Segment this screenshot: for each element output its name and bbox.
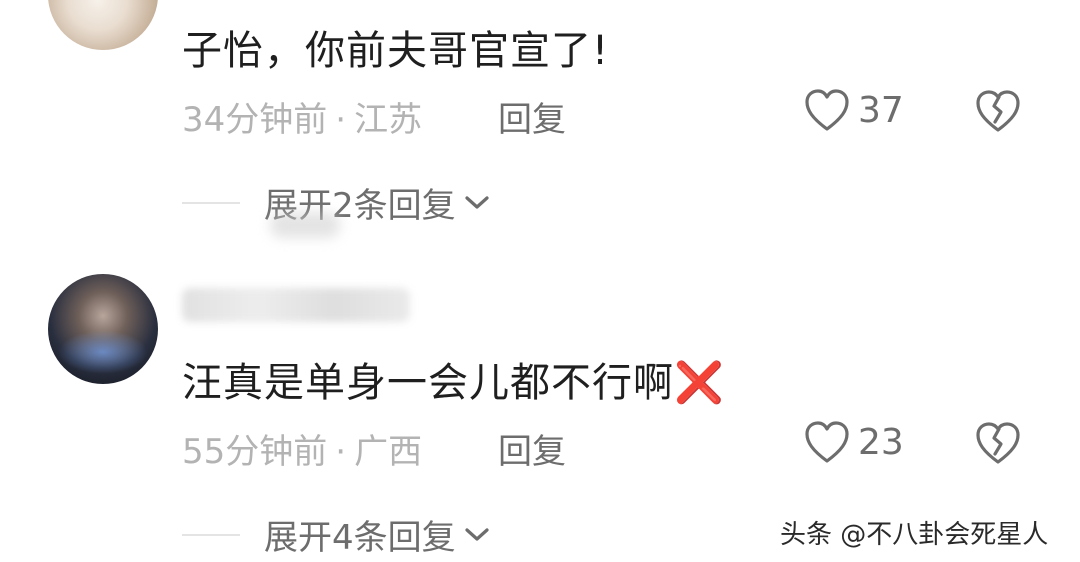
heart-outline-icon	[805, 89, 849, 131]
chevron-down-icon	[465, 195, 489, 209]
reply-button[interactable]: 回复	[498, 424, 566, 473]
watermark: 头条 @不八卦会死星人	[780, 520, 1049, 550]
meta-separator: ·	[335, 100, 347, 140]
cross-mark-emoji: ❌	[674, 360, 725, 406]
expand-replies[interactable]: 展开4条回复	[182, 510, 490, 559]
comment-meta: 34分钟前 · 江苏	[182, 92, 422, 141]
like-button[interactable]: 37	[804, 88, 904, 132]
comment-location: 江苏	[354, 100, 423, 140]
dislike-button[interactable]	[974, 88, 1022, 138]
blurred-area	[270, 212, 340, 238]
comment-text: 汪真是单身一会儿都不行啊❌	[182, 350, 725, 408]
broken-heart-icon	[976, 90, 1020, 132]
avatar[interactable]	[48, 274, 158, 384]
like-count: 37	[858, 89, 904, 131]
comment-text-body: 汪真是单身一会儿都不行啊	[182, 360, 674, 406]
like-count: 23	[858, 421, 904, 463]
expand-label: 展开4条回复	[264, 518, 456, 558]
comment-time: 34分钟前	[182, 100, 328, 140]
divider-line	[182, 533, 240, 536]
dislike-button[interactable]	[974, 420, 1022, 470]
chevron-down-icon	[465, 527, 489, 541]
comment-time: 55分钟前	[182, 432, 328, 472]
divider-line	[182, 201, 240, 204]
like-button[interactable]: 23	[804, 420, 904, 464]
heart-outline-icon	[805, 421, 849, 463]
comment-text: 子怡，你前夫哥官宣了!	[182, 28, 610, 74]
broken-heart-icon	[976, 422, 1020, 464]
avatar[interactable]	[48, 0, 158, 50]
comment-meta: 55分钟前 · 广西	[182, 424, 422, 473]
comment-location: 广西	[354, 432, 423, 472]
username-blurred[interactable]	[182, 288, 410, 322]
reply-button[interactable]: 回复	[498, 92, 566, 141]
meta-separator: ·	[335, 432, 347, 472]
